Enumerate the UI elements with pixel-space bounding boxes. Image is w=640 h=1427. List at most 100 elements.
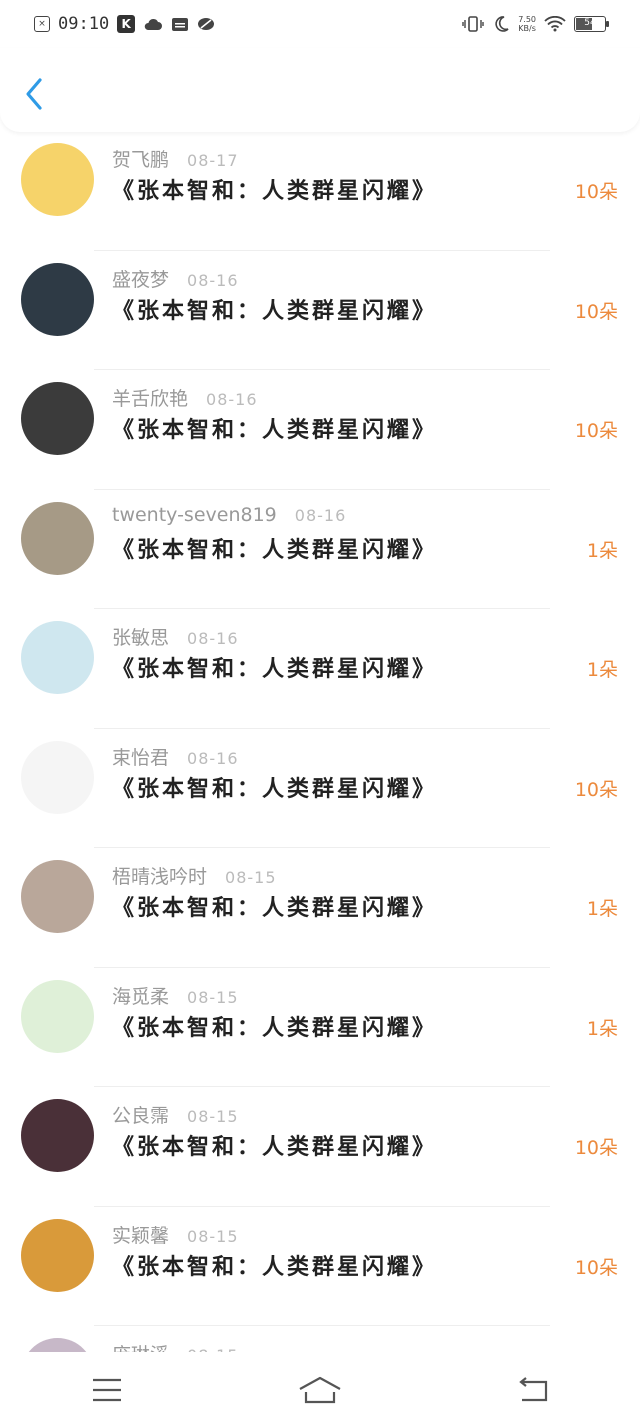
record-date: 08-15: [225, 868, 277, 887]
user-name: 实颖馨: [112, 1224, 170, 1247]
avatar[interactable]: [21, 501, 94, 575]
record-title: 《张本智和：人类群星闪耀》: [112, 537, 438, 563]
sim-icon: ×: [34, 16, 50, 32]
home-button[interactable]: [290, 1370, 350, 1410]
list-item[interactable]: 梧晴浅吟时 08-15 《张本智和：人类群星闪耀》 1朵: [0, 848, 640, 968]
avatar[interactable]: [21, 382, 94, 455]
flower-count: 10朵: [574, 181, 618, 203]
name-line: 海觅柔 08-15: [112, 982, 239, 1009]
flower-count: 1朵: [586, 1017, 618, 1040]
calendar-icon: [171, 16, 189, 32]
record-date: 08-16: [206, 390, 258, 409]
record-title: 《张本智和：人类群星闪耀》: [112, 298, 438, 324]
flower-count: 1朵: [586, 898, 618, 920]
record-date: 08-16: [187, 270, 239, 290]
record-date: 08-15: [187, 1226, 239, 1246]
leaf-icon: [197, 16, 215, 32]
name-line: 庞琳溪 08-15: [112, 1340, 239, 1352]
name-line: 羊舌欣艳 08-16: [112, 384, 258, 411]
record-title: 《张本智和：人类群星闪耀》: [112, 1015, 438, 1041]
list-item[interactable]: 海觅柔 08-15 《张本智和：人类群星闪耀》 1朵: [0, 968, 640, 1087]
flower-count: 10朵: [574, 420, 618, 442]
gift-record-list[interactable]: 贺飞鹏 08-17 《张本智和：人类群星闪耀》 10朵 盛夜梦 08-16 《张…: [0, 131, 640, 1352]
list-item[interactable]: 张敏思 08-16 《张本智和：人类群星闪耀》 1朵: [0, 609, 640, 729]
back-icon: [519, 1376, 548, 1401]
record-date: 08-16: [187, 748, 239, 768]
record-title: 《张本智和：人类群星闪耀》: [112, 1135, 438, 1160]
user-name: 庞琳溪: [112, 1340, 169, 1352]
network-speed: 7.50 KB/s: [518, 15, 536, 33]
name-line: 束怡君 08-16: [112, 743, 239, 770]
name-line: twenty-seven819 08-16: [112, 504, 346, 526]
avatar[interactable]: [21, 143, 94, 216]
user-name: 羊舌欣艳: [112, 388, 189, 410]
app-k-icon: K: [117, 15, 136, 33]
avatar[interactable]: [21, 621, 94, 694]
record-date: 08-16: [187, 629, 239, 648]
user-name: twenty-seven819: [112, 503, 277, 526]
flower-count: 1朵: [586, 659, 618, 681]
avatar[interactable]: [21, 860, 94, 933]
system-nav-bar: [0, 1352, 640, 1427]
flower-count: 10朵: [574, 300, 618, 323]
flower-count: 10朵: [574, 1137, 618, 1159]
back-nav-button[interactable]: [503, 1370, 563, 1410]
user-name: 海觅柔: [112, 985, 170, 1008]
cloud-icon: [143, 16, 163, 32]
name-line: 实颖馨 08-15: [112, 1221, 239, 1248]
user-name: 梧晴浅吟时: [112, 866, 208, 888]
avatar[interactable]: [21, 740, 94, 814]
name-line: 贺飞鹏 08-17: [112, 145, 239, 172]
record-date: 08-15: [187, 987, 239, 1007]
list-item[interactable]: 庞琳溪 08-15: [0, 1326, 640, 1352]
name-line: 公良霈 08-15: [112, 1101, 239, 1128]
top-header: [0, 48, 640, 132]
avatar[interactable]: [21, 1338, 94, 1352]
list-item[interactable]: twenty-seven819 08-16 《张本智和：人类群星闪耀》 1朵: [0, 490, 640, 609]
list-item[interactable]: 束怡君 08-16 《张本智和：人类群星闪耀》 10朵: [0, 729, 640, 848]
vibrate-icon: [462, 16, 484, 32]
battery-icon: 54: [574, 16, 609, 32]
speed-value: 7.50: [518, 15, 536, 24]
avatar[interactable]: [21, 1099, 94, 1172]
user-name: 贺飞鹏: [112, 149, 170, 171]
record-date: 08-17: [187, 151, 239, 170]
name-line: 梧晴浅吟时 08-15: [112, 862, 277, 889]
list-item[interactable]: 公良霈 08-15 《张本智和：人类群星闪耀》 10朵: [0, 1087, 640, 1207]
status-left: × 09:10 K: [34, 14, 215, 34]
moon-icon: [492, 15, 510, 33]
status-right: 7.50 KB/s 54: [462, 15, 609, 33]
list-item[interactable]: 盛夜梦 08-16 《张本智和：人类群星闪耀》 10朵: [0, 251, 640, 370]
status-bar: × 09:10 K 7.50 KB/s 54: [0, 0, 640, 48]
record-title: 《张本智和：人类群星闪耀》: [112, 776, 438, 802]
user-name: 公良霈: [112, 1105, 170, 1127]
speed-unit: KB/s: [518, 24, 536, 33]
home-icon: [299, 1376, 341, 1403]
record-title: 《张本智和：人类群星闪耀》: [112, 418, 438, 443]
flower-count: 10朵: [574, 1256, 618, 1279]
list-item[interactable]: 羊舌欣艳 08-16 《张本智和：人类群星闪耀》 10朵: [0, 370, 640, 490]
back-button[interactable]: [18, 74, 52, 114]
menu-icon: [92, 1378, 121, 1401]
record-title: 《张本智和：人类群星闪耀》: [112, 657, 438, 682]
list-item[interactable]: 实颖馨 08-15 《张本智和：人类群星闪耀》 10朵: [0, 1207, 640, 1326]
avatar[interactable]: [21, 979, 94, 1053]
user-name: 张敏思: [112, 627, 170, 649]
wifi-icon: [544, 16, 566, 32]
flower-count: 1朵: [586, 539, 618, 562]
menu-button[interactable]: [77, 1370, 137, 1410]
name-line: 盛夜梦 08-16: [112, 265, 239, 292]
user-name: 束怡君: [112, 746, 170, 769]
record-date: 08-15: [187, 1107, 239, 1126]
record-date: 08-16: [294, 505, 347, 525]
avatar[interactable]: [21, 1218, 94, 1292]
record-title: 《张本智和：人类群星闪耀》: [112, 1254, 438, 1280]
status-time: 09:10: [58, 14, 110, 34]
avatar[interactable]: [21, 262, 94, 336]
battery-level: 54: [584, 18, 596, 28]
record-title: 《张本智和：人类群星闪耀》: [112, 896, 438, 921]
chevron-left-icon: [26, 78, 42, 110]
list-item[interactable]: 贺飞鹏 08-17 《张本智和：人类群星闪耀》 10朵: [0, 131, 640, 251]
user-name: 盛夜梦: [112, 268, 170, 291]
record-title: 《张本智和：人类群星闪耀》: [112, 179, 438, 204]
